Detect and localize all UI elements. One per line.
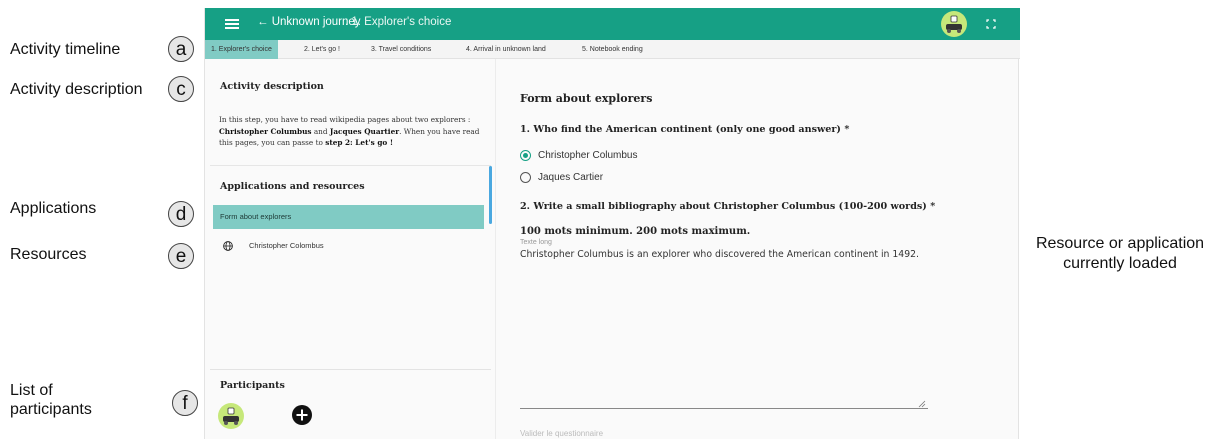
tab-step-5[interactable]: 5. Notebook ending [582,40,643,59]
add-participant-icon[interactable] [292,405,312,425]
annotation-loaded-line2: currently loaded [1063,255,1177,272]
globe-icon [223,241,233,251]
annotation-marker-e: e [168,243,194,269]
question-2-title: 2. Write a small bibliography about Chri… [520,201,936,212]
field-caption: Texte long [520,239,552,246]
resource-item-label: Christopher Colombus [249,241,324,250]
breadcrumb: : 1. Explorer's choice [345,16,452,28]
annotation-marker-a: a [168,36,194,62]
tab-step-2[interactable]: 2. Let's go ! [304,40,340,59]
annotation-activity-description: Activity description [10,81,143,98]
submit-questionnaire-button[interactable]: Valider le questionnaire [520,429,603,438]
loaded-application-view: Form about explorers 1. Who find the Ame… [495,59,1018,439]
participants-title: Participants [220,380,285,391]
resource-item-columbus[interactable]: Christopher Colombus [213,234,484,258]
activity-description-text: In this step, you have to read wikipedia… [219,115,480,147]
activity-description-title: Activity description [220,81,324,92]
radio-unchecked-icon[interactable] [520,171,531,183]
radio-option-columbus[interactable]: Christopher Columbus [520,148,638,162]
application-item-form[interactable]: Form about explorers [213,205,484,229]
form-title: Form about explorers [520,92,653,105]
annotation-participants-line1: List of [10,382,53,399]
annotation-marker-d: d [168,201,194,227]
participants-panel: Participants [210,369,491,432]
tab-step-1[interactable]: 1. Explorer's choice [205,40,278,59]
applications-resources-panel: Applications and resources Form about ex… [210,165,492,362]
scrollbar[interactable] [489,166,492,224]
top-bar: ← Unknown journey : 1. Explorer's choice [205,8,1020,40]
annotation-participants-line2: participants [10,401,92,418]
user-avatar-icon[interactable] [941,11,967,37]
annotation-applications: Applications [10,200,97,217]
annotation-resources: Resources [10,246,87,263]
activity-timeline: 1. Explorer's choice 2. Let's go ! 3. Tr… [205,40,1020,59]
word-count-hint: 100 mots minimum. 200 mots maximum. [520,226,751,237]
question-1-title: 1. Who find the American continent (only… [520,124,850,135]
tab-step-4[interactable]: 4. Arrival in unknown land [466,40,546,59]
applications-resources-title: Applications and resources [220,181,365,192]
radio-option-cartier[interactable]: Jaques Cartier [520,170,603,184]
annotation-marker-f: f [172,390,198,416]
annotation-activity-timeline: Activity timeline [10,41,121,58]
annotation-loaded-line1: Resource or application [1035,235,1205,252]
participant-avatar-icon[interactable] [218,403,244,429]
tab-step-3[interactable]: 3. Travel conditions [371,40,431,59]
hamburger-menu-icon[interactable] [225,17,239,31]
resize-grip-icon[interactable] [918,400,926,408]
annotation-marker-c: c [168,76,194,102]
app-window: ← Unknown journey : 1. Explorer's choice… [204,8,1020,439]
fullscreen-icon[interactable] [986,19,996,29]
bibliography-textarea[interactable]: Christopher Columbus is an explorer who … [520,249,928,409]
radio-checked-icon[interactable] [520,149,531,161]
